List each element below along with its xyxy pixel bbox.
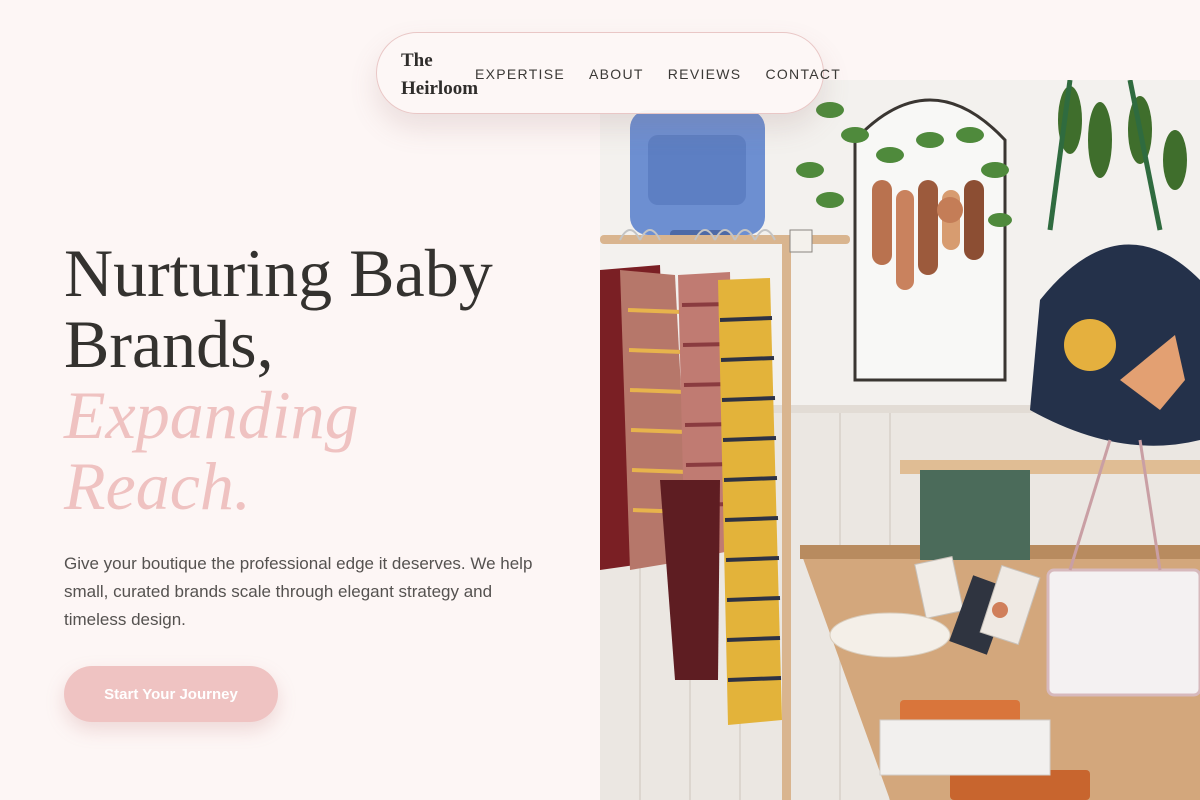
nav-link-reviews[interactable]: REVIEWS (668, 65, 742, 83)
white-purse (1046, 568, 1200, 697)
main-nav: The Heirloom EXPERTISE ABOUT REVIEWS CON… (376, 32, 840, 114)
brand-name-line2: Heirloom (401, 78, 479, 99)
white-bag (879, 719, 1051, 776)
hero-accent-line1: Expanding (64, 377, 359, 453)
nav-menu: EXPERTISE ABOUT REVIEWS CONTACT (475, 65, 841, 83)
hero-image (600, 80, 1200, 800)
nav-link-expertise[interactable]: EXPERTISE (475, 65, 565, 83)
green-box (920, 470, 1030, 560)
brand-logo[interactable]: The Heirloom (401, 47, 481, 103)
hero-title-line2: Brands, (64, 306, 274, 382)
brand-name-line1: The (401, 50, 433, 71)
blue-backpack (630, 110, 765, 242)
hero-subtitle: Give your boutique the professional edge… (64, 554, 533, 629)
hero-title: Nurturing Baby Brands, Expanding Reach. (64, 238, 584, 522)
nav-link-contact[interactable]: CONTACT (765, 65, 841, 83)
hero-accent-line2: Reach. (64, 448, 251, 524)
nav-link-about[interactable]: ABOUT (589, 65, 644, 83)
start-journey-button[interactable]: Start Your Journey (64, 666, 278, 722)
hero-title-line1: Nurturing Baby (64, 235, 493, 311)
boutique-photo (600, 80, 1200, 800)
price-tag (789, 229, 813, 253)
ceramic-plate (829, 612, 951, 658)
rack-post (782, 240, 791, 800)
